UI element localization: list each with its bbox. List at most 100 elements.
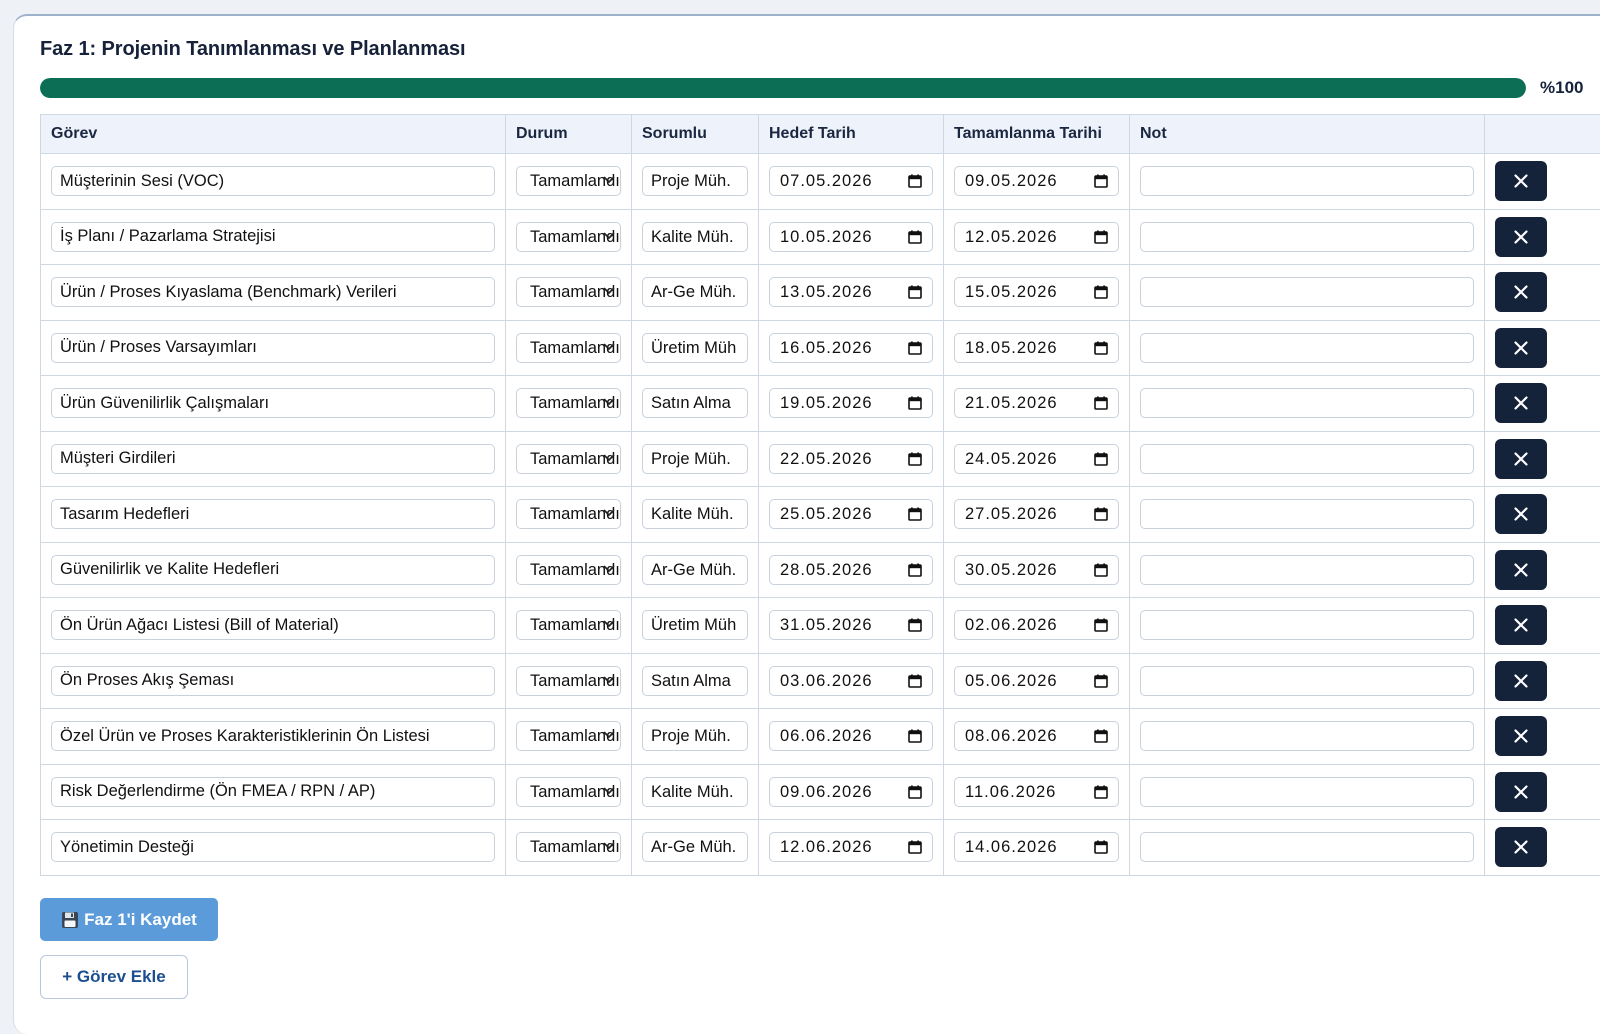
task-input[interactable]	[51, 666, 495, 696]
target-date-input[interactable]: 13.05.2026	[769, 277, 933, 307]
responsible-input[interactable]: Kalite Müh.	[642, 222, 748, 252]
delete-row-button[interactable]	[1495, 605, 1547, 645]
target-date-input[interactable]: 16.05.2026	[769, 333, 933, 363]
task-input[interactable]	[51, 277, 495, 307]
target-date-input[interactable]: 03.06.2026	[769, 666, 933, 696]
note-input[interactable]	[1140, 777, 1474, 807]
target-date-input[interactable]: 09.06.2026	[769, 777, 933, 807]
delete-row-button[interactable]	[1495, 217, 1547, 257]
status-select[interactable]: Tamamlandı	[516, 222, 621, 252]
delete-row-button[interactable]	[1495, 550, 1547, 590]
completion-date-input[interactable]: 12.05.2026	[954, 222, 1119, 252]
status-select[interactable]: Tamamlandı	[516, 499, 621, 529]
completion-date-input[interactable]: 11.06.2026	[954, 777, 1119, 807]
task-input[interactable]	[51, 832, 495, 862]
task-input[interactable]	[51, 499, 495, 529]
delete-row-button[interactable]	[1495, 439, 1547, 479]
calendar-icon[interactable]	[1094, 230, 1108, 244]
calendar-icon[interactable]	[1094, 174, 1108, 188]
task-input[interactable]	[51, 555, 495, 585]
target-date-input[interactable]: 28.05.2026	[769, 555, 933, 585]
calendar-icon[interactable]	[1094, 563, 1108, 577]
responsible-input[interactable]: Kalite Müh.	[642, 777, 748, 807]
delete-row-button[interactable]	[1495, 383, 1547, 423]
note-input[interactable]	[1140, 222, 1474, 252]
completion-date-input[interactable]: 08.06.2026	[954, 721, 1119, 751]
calendar-icon[interactable]	[908, 341, 922, 355]
completion-date-input[interactable]: 05.06.2026	[954, 666, 1119, 696]
status-select[interactable]: Tamamlandı	[516, 166, 621, 196]
target-date-input[interactable]: 07.05.2026	[769, 166, 933, 196]
calendar-icon[interactable]	[908, 507, 922, 521]
status-select[interactable]: Tamamlandı	[516, 666, 621, 696]
note-input[interactable]	[1140, 832, 1474, 862]
responsible-input[interactable]: Kalite Müh.	[642, 499, 748, 529]
calendar-icon[interactable]	[1094, 785, 1108, 799]
task-input[interactable]	[51, 721, 495, 751]
delete-row-button[interactable]	[1495, 272, 1547, 312]
responsible-input[interactable]: Satın Alma	[642, 666, 748, 696]
completion-date-input[interactable]: 14.06.2026	[954, 832, 1119, 862]
completion-date-input[interactable]: 27.05.2026	[954, 499, 1119, 529]
status-select[interactable]: Tamamlandı	[516, 277, 621, 307]
add-task-button[interactable]: + Görev Ekle	[40, 955, 188, 999]
status-select[interactable]: Tamamlandı	[516, 555, 621, 585]
target-date-input[interactable]: 10.05.2026	[769, 222, 933, 252]
responsible-input[interactable]: Ar-Ge Müh.	[642, 832, 748, 862]
delete-row-button[interactable]	[1495, 827, 1547, 867]
calendar-icon[interactable]	[1094, 341, 1108, 355]
status-select[interactable]: Tamamlandı	[516, 388, 621, 418]
delete-row-button[interactable]	[1495, 661, 1547, 701]
note-input[interactable]	[1140, 499, 1474, 529]
note-input[interactable]	[1140, 610, 1474, 640]
calendar-icon[interactable]	[908, 618, 922, 632]
delete-row-button[interactable]	[1495, 772, 1547, 812]
target-date-input[interactable]: 31.05.2026	[769, 610, 933, 640]
responsible-input[interactable]: Proje Müh.	[642, 721, 748, 751]
calendar-icon[interactable]	[908, 840, 922, 854]
calendar-icon[interactable]	[908, 396, 922, 410]
responsible-input[interactable]: Üretim Müh	[642, 333, 748, 363]
calendar-icon[interactable]	[1094, 729, 1108, 743]
responsible-input[interactable]: Ar-Ge Müh.	[642, 277, 748, 307]
calendar-icon[interactable]	[1094, 674, 1108, 688]
note-input[interactable]	[1140, 277, 1474, 307]
status-select[interactable]: Tamamlandı	[516, 832, 621, 862]
calendar-icon[interactable]	[1094, 507, 1108, 521]
status-select[interactable]: Tamamlandı	[516, 333, 621, 363]
target-date-input[interactable]: 25.05.2026	[769, 499, 933, 529]
responsible-input[interactable]: Satın Alma	[642, 388, 748, 418]
delete-row-button[interactable]	[1495, 328, 1547, 368]
note-input[interactable]	[1140, 333, 1474, 363]
note-input[interactable]	[1140, 721, 1474, 751]
calendar-icon[interactable]	[908, 285, 922, 299]
completion-date-input[interactable]: 02.06.2026	[954, 610, 1119, 640]
responsible-input[interactable]: Proje Müh.	[642, 444, 748, 474]
status-select[interactable]: Tamamlandı	[516, 610, 621, 640]
calendar-icon[interactable]	[908, 174, 922, 188]
delete-row-button[interactable]	[1495, 494, 1547, 534]
task-input[interactable]	[51, 166, 495, 196]
completion-date-input[interactable]: 09.05.2026	[954, 166, 1119, 196]
task-input[interactable]	[51, 610, 495, 640]
note-input[interactable]	[1140, 555, 1474, 585]
completion-date-input[interactable]: 24.05.2026	[954, 444, 1119, 474]
task-input[interactable]	[51, 777, 495, 807]
status-select[interactable]: Tamamlandı	[516, 444, 621, 474]
calendar-icon[interactable]	[908, 674, 922, 688]
calendar-icon[interactable]	[1094, 285, 1108, 299]
calendar-icon[interactable]	[1094, 452, 1108, 466]
note-input[interactable]	[1140, 388, 1474, 418]
delete-row-button[interactable]	[1495, 161, 1547, 201]
calendar-icon[interactable]	[1094, 618, 1108, 632]
target-date-input[interactable]: 22.05.2026	[769, 444, 933, 474]
calendar-icon[interactable]	[1094, 396, 1108, 410]
calendar-icon[interactable]	[908, 452, 922, 466]
status-select[interactable]: Tamamlandı	[516, 777, 621, 807]
responsible-input[interactable]: Proje Müh.	[642, 166, 748, 196]
calendar-icon[interactable]	[908, 230, 922, 244]
status-select[interactable]: Tamamlandı	[516, 721, 621, 751]
calendar-icon[interactable]	[908, 785, 922, 799]
note-input[interactable]	[1140, 666, 1474, 696]
completion-date-input[interactable]: 21.05.2026	[954, 388, 1119, 418]
